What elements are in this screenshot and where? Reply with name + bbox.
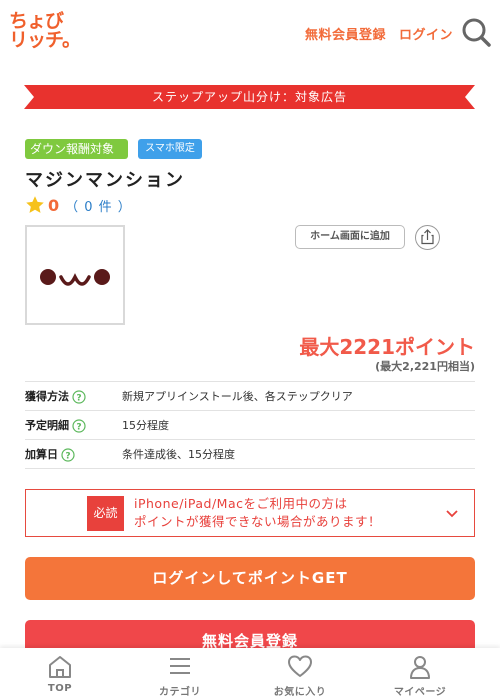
rating-value: 0 [48, 195, 60, 215]
notice-line-1: iPhone/iPad/Macをご利用中の方は [134, 496, 348, 511]
must-read-notice[interactable]: 必読 iPhone/iPad/Macをご利用中の方は ポイントが獲得できない場合… [25, 489, 475, 537]
nav-label-favorites: お気に入り [273, 687, 327, 698]
help-icon[interactable]: ? [72, 418, 86, 433]
nav-item-top[interactable]: TOP [0, 648, 120, 700]
nav-item-favorites[interactable]: お気に入り [240, 648, 360, 700]
logo-line-2: リッチ。 [9, 29, 81, 51]
step-up-ribbon: ステップアップ山分け：対象広告 [24, 85, 475, 109]
info-label-credit-date: 加算日 [25, 448, 58, 461]
notice-text: iPhone/iPad/Macをご利用中の方は ポイントが獲得できない場合があり… [134, 495, 381, 531]
nav-label-mypage: マイページ [393, 687, 447, 698]
info-label-schedule: 予定明細 [25, 419, 69, 432]
rating: 0 （ 0 件 ） [25, 195, 132, 215]
svg-text:?: ? [65, 451, 70, 461]
help-icon[interactable]: ? [72, 389, 86, 404]
kaomoji-app-icon [25, 225, 125, 325]
star-icon [26, 196, 44, 213]
info-value-credit-date: 条件達成後、15分程度 [122, 448, 235, 461]
help-icon[interactable]: ? [61, 447, 75, 462]
info-label-method: 獲得方法 [25, 390, 69, 403]
header-login-link[interactable]: ログイン [399, 24, 453, 43]
header-register-link[interactable]: 無料会員登録 [305, 24, 386, 43]
info-table: 獲得方法 ? 新規アプリインストール後、各ステップクリア 予定明細 ? 15分程… [25, 381, 475, 469]
info-value-schedule: 15分程度 [122, 419, 169, 432]
app-title: マジンマンション [25, 170, 185, 191]
site-logo[interactable]: ちょび リッチ。 [9, 12, 81, 54]
chevron-down-icon [446, 510, 458, 518]
must-read-badge: 必読 [87, 496, 124, 531]
nav-item-category[interactable]: カテゴリ [120, 648, 240, 700]
notice-line-2: ポイントが獲得できない場合があります！ [134, 514, 382, 529]
page: ちょび リッチ。 無料会員登録 ログイン ステップアップ山分け：対象広告 ダウン… [0, 0, 500, 700]
header: ちょび リッチ。 無料会員登録 ログイン [0, 0, 500, 64]
rating-count-link[interactable]: （ 0 件 ） [65, 196, 132, 215]
info-row-method: 獲得方法 ? 新規アプリインストール後、各ステップクリア [25, 382, 475, 411]
nav-item-mypage[interactable]: マイページ [360, 648, 480, 700]
info-row-credit-date: 加算日 ? 条件達成後、15分程度 [25, 440, 475, 469]
platform-badge: スマホ限定 [138, 139, 202, 159]
search-icon[interactable] [460, 16, 492, 48]
nav-label-category: カテゴリ [159, 687, 201, 698]
bottom-nav: TOP カテゴリ お気に入り マイページ [0, 648, 500, 700]
login-get-points-button[interactable]: ログインしてポイントGET [25, 557, 475, 600]
info-value-method: 新規アプリインストール後、各ステップクリア [122, 390, 353, 403]
user-icon [410, 656, 430, 679]
share-icon[interactable] [415, 225, 440, 250]
svg-text:?: ? [76, 422, 81, 432]
menu-icon [170, 658, 190, 674]
ribbon-text: ステップアップ山分け：対象広告 [151, 90, 347, 104]
nav-label-top: TOP [47, 683, 73, 694]
svg-text:?: ? [76, 393, 81, 403]
add-to-home-button[interactable]: ホーム画面に追加 [295, 225, 405, 249]
reward-badge: ダウン報酬対象 [25, 139, 128, 159]
info-row-schedule: 予定明細 ? 15分程度 [25, 411, 475, 440]
max-yen-equivalent: (最大2,221円相当) [375, 360, 475, 373]
heart-icon [288, 655, 312, 677]
home-icon [49, 656, 71, 678]
max-points: 最大2221ポイント [299, 335, 475, 359]
